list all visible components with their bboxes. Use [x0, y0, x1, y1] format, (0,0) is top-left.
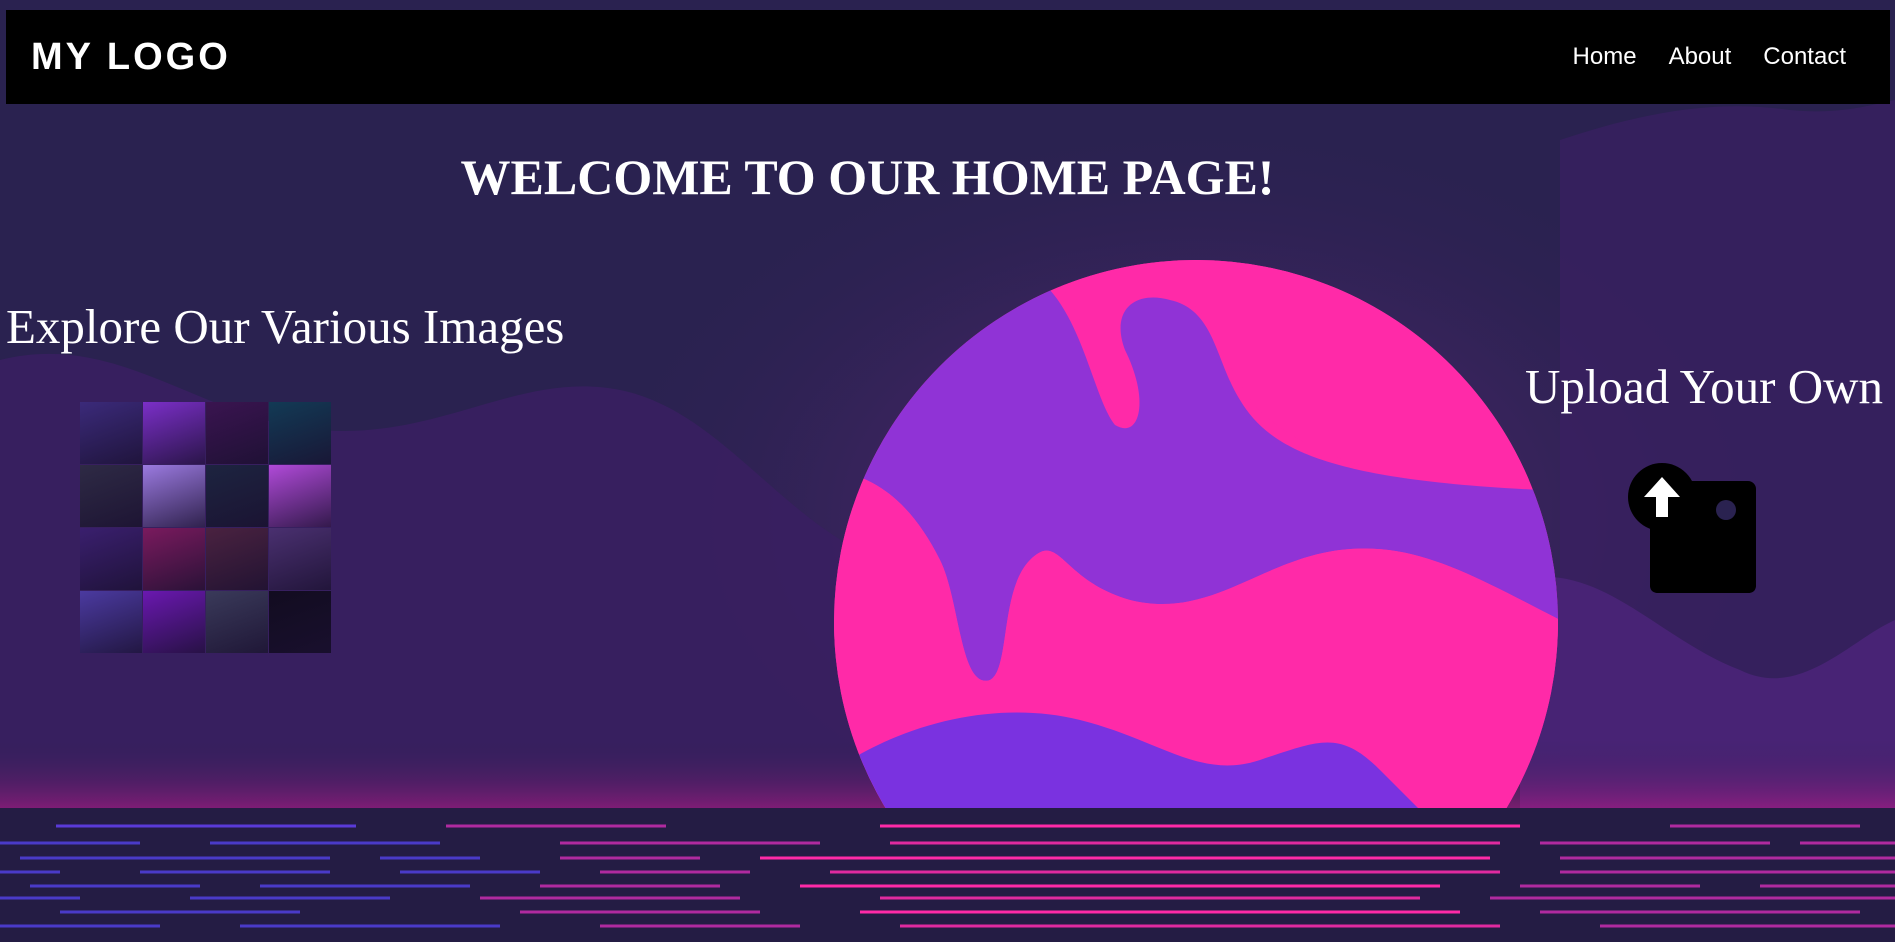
gallery-thumbnail[interactable] — [143, 591, 205, 653]
gallery-thumbnail[interactable] — [269, 528, 331, 590]
gallery-thumbnail[interactable] — [206, 402, 268, 464]
gallery-thumbnail[interactable] — [143, 528, 205, 590]
gallery-heading: Explore Our Various Images — [6, 299, 565, 354]
site-logo[interactable]: MY LOGO — [31, 36, 231, 79]
main-nav: Home About Contact — [1573, 43, 1846, 71]
upload-heading: Upload Your Own — [1524, 359, 1883, 414]
gallery-thumbnail[interactable] — [80, 591, 142, 653]
page-title: WELCOME TO OUR HOME PAGE! — [460, 149, 1275, 205]
gallery-thumbnail[interactable] — [80, 402, 142, 464]
gallery-thumbnail[interactable] — [80, 528, 142, 590]
navbar: MY LOGO Home About Contact — [6, 10, 1890, 104]
nav-link-home[interactable]: Home — [1573, 43, 1637, 71]
gallery-thumbnail[interactable] — [206, 465, 268, 527]
image-gallery-grid[interactable] — [80, 402, 332, 653]
gallery-thumbnail[interactable] — [269, 591, 331, 653]
upload-image-icon[interactable] — [1628, 463, 1756, 593]
gallery-thumbnail[interactable] — [143, 465, 205, 527]
gallery-thumbnail[interactable] — [206, 591, 268, 653]
nav-link-contact[interactable]: Contact — [1763, 43, 1846, 71]
gallery-thumbnail[interactable] — [269, 465, 331, 527]
gallery-thumbnail[interactable] — [206, 528, 268, 590]
nav-link-about[interactable]: About — [1669, 43, 1732, 71]
gallery-thumbnail[interactable] — [269, 402, 331, 464]
gallery-thumbnail[interactable] — [80, 465, 142, 527]
gallery-thumbnail[interactable] — [143, 402, 205, 464]
